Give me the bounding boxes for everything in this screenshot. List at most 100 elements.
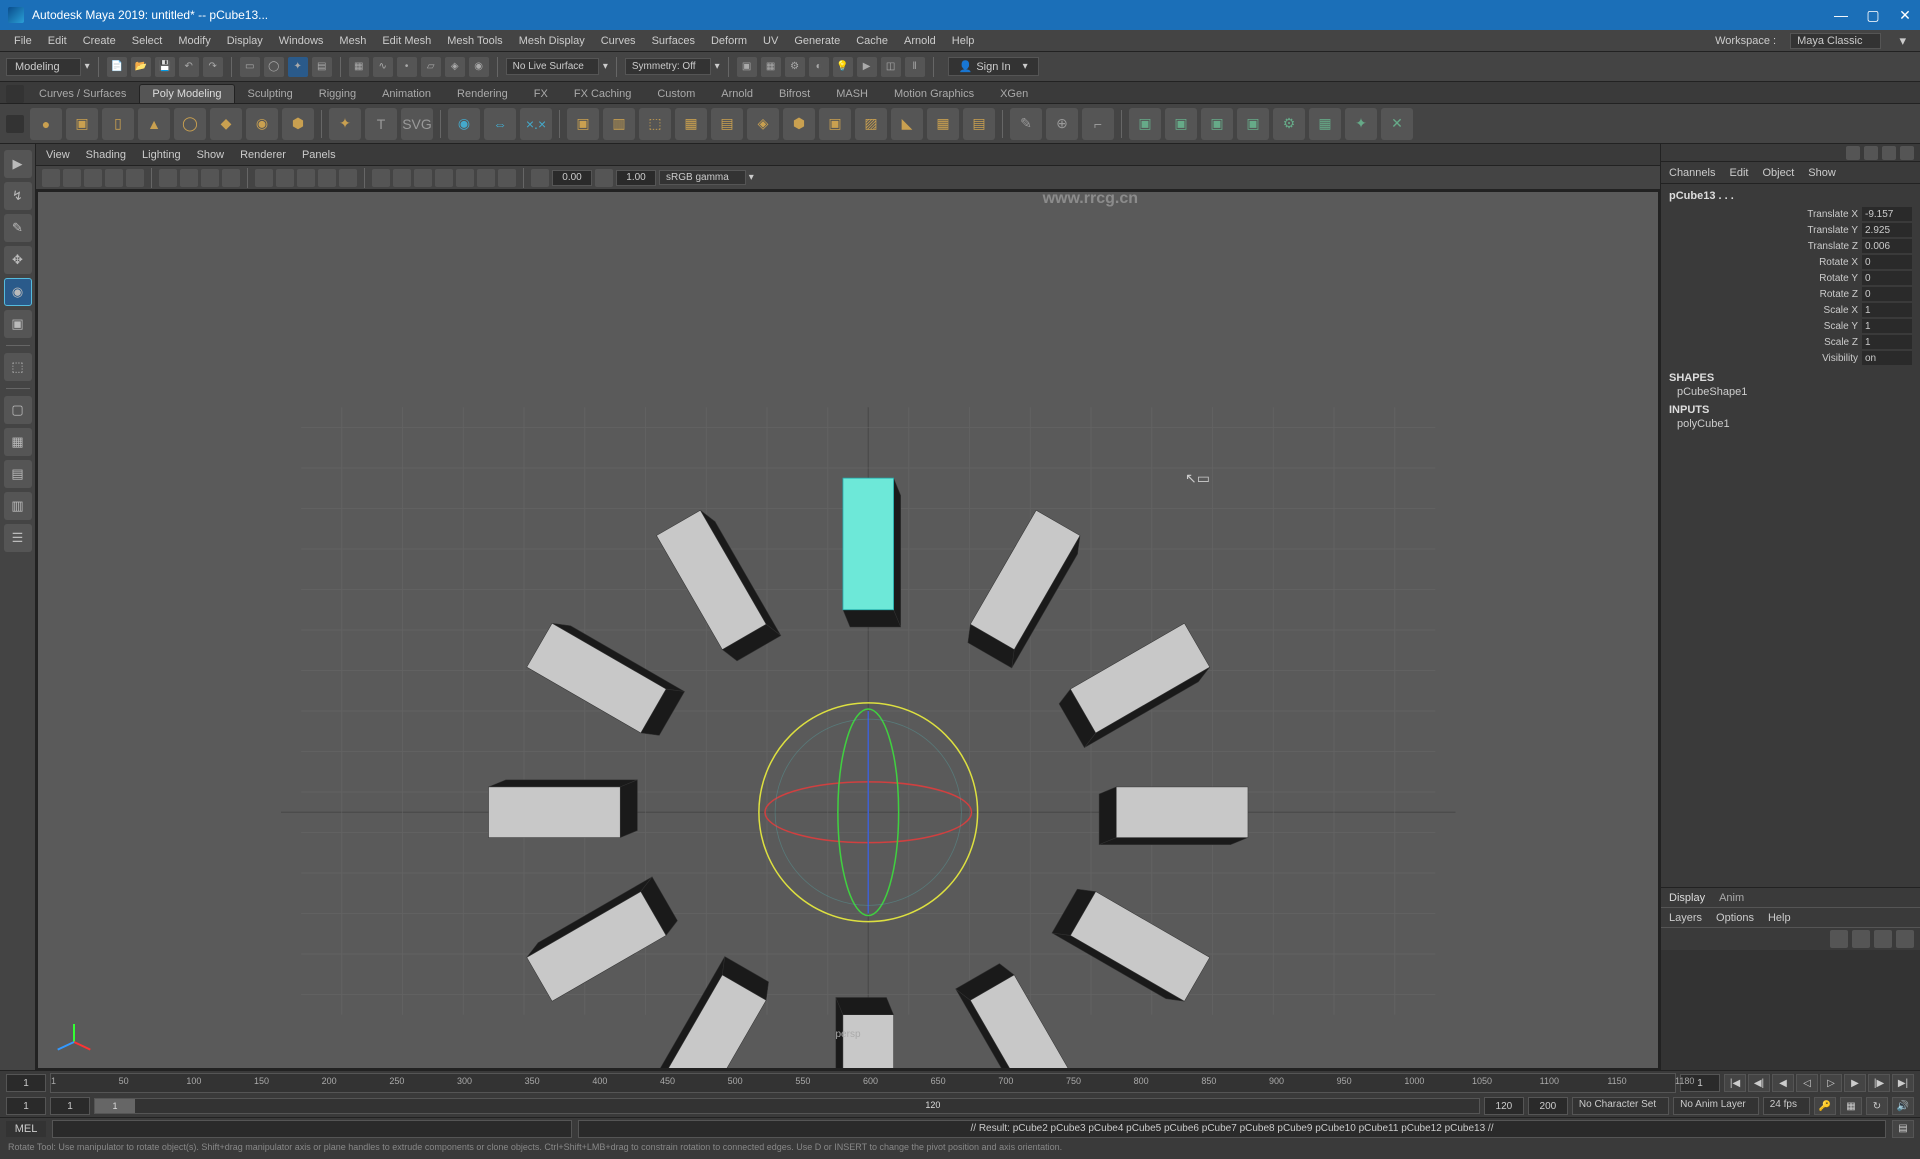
autokey-button[interactable]: 🔑	[1814, 1097, 1836, 1115]
snap-plane-icon[interactable]: ▱	[421, 57, 441, 77]
menu-generate[interactable]: Generate	[786, 35, 848, 47]
triangulate-icon[interactable]: ◣	[891, 108, 923, 140]
view-menu-view[interactable]: View	[46, 149, 70, 161]
connect-icon[interactable]: ⌐	[1082, 108, 1114, 140]
shelf-tab-fxcaching[interactable]: FX Caching	[561, 84, 644, 103]
rotate-tool[interactable]: ◉	[4, 278, 32, 306]
smooth-icon[interactable]: ◈	[747, 108, 779, 140]
attr-value[interactable]	[1862, 319, 1912, 333]
menu-editmesh[interactable]: Edit Mesh	[374, 35, 439, 47]
sculpt5-icon[interactable]: ⚙	[1273, 108, 1305, 140]
fps-select[interactable]: 24 fps	[1763, 1097, 1810, 1115]
range-out-field[interactable]	[1484, 1097, 1524, 1115]
menu-deform[interactable]: Deform	[703, 35, 755, 47]
layout-outliner[interactable]: ▤	[4, 460, 32, 488]
layer-up-icon[interactable]	[1852, 930, 1870, 948]
snap-curve-icon[interactable]: ∿	[373, 57, 393, 77]
cb-tab-channels[interactable]: Channels	[1669, 167, 1715, 179]
select-tool[interactable]: ▶	[4, 150, 32, 178]
layout-single[interactable]: ▢	[4, 396, 32, 424]
vt-grid-icon[interactable]	[159, 169, 177, 187]
ipr-icon[interactable]: ▣	[737, 57, 757, 77]
multicut-icon[interactable]: ✎	[1010, 108, 1042, 140]
layer-menu-layers[interactable]: Layers	[1669, 912, 1702, 924]
layout-list[interactable]: ☰	[4, 524, 32, 552]
vt-gamma-icon[interactable]	[595, 169, 613, 187]
layer-new-icon[interactable]	[1896, 930, 1914, 948]
vt-dof-icon[interactable]	[498, 169, 516, 187]
view-menu-shading[interactable]: Shading	[86, 149, 126, 161]
vt-grease-icon[interactable]	[126, 169, 144, 187]
menu-modify[interactable]: Modify	[170, 35, 218, 47]
step-fwd-button[interactable]: ▶	[1844, 1074, 1866, 1092]
platonic-icon[interactable]: ⬢	[282, 108, 314, 140]
character-select[interactable]: No Character Set	[1572, 1097, 1669, 1115]
menu-select[interactable]: Select	[124, 35, 171, 47]
menu-curves[interactable]: Curves	[593, 35, 644, 47]
sculpt1-icon[interactable]: ▣	[1129, 108, 1161, 140]
shelf-tab-sculpting[interactable]: Sculpting	[235, 84, 306, 103]
play-fwd-button[interactable]: ▷	[1820, 1074, 1842, 1092]
layer-add-icon[interactable]	[1830, 930, 1848, 948]
paint-select-icon[interactable]: ✦	[288, 57, 308, 77]
poly-cube-icon[interactable]: ▣	[66, 108, 98, 140]
fill-hole-icon[interactable]: ▨	[855, 108, 887, 140]
shelf-tab-bifrost[interactable]: Bifrost	[766, 84, 823, 103]
vt-gate-icon[interactable]	[201, 169, 219, 187]
vt-2dpan-icon[interactable]	[105, 169, 123, 187]
menu-meshdisplay[interactable]: Mesh Display	[511, 35, 593, 47]
snap-point-icon[interactable]: •	[397, 57, 417, 77]
undo-icon[interactable]: ↶	[179, 57, 199, 77]
vt-bookmark-icon[interactable]	[63, 169, 81, 187]
poly-cone-icon[interactable]: ▲	[138, 108, 170, 140]
play-back-button[interactable]: ◁	[1796, 1074, 1818, 1092]
view-menu-renderer[interactable]: Renderer	[240, 149, 286, 161]
shelf-tab-xgen[interactable]: XGen	[987, 84, 1041, 103]
cleanup-icon[interactable]: ▤	[963, 108, 995, 140]
close-button[interactable]: ✕	[1898, 8, 1912, 22]
shelf-tab-rendering[interactable]: Rendering	[444, 84, 521, 103]
cb-tab-edit[interactable]: Edit	[1729, 167, 1748, 179]
menu-mesh[interactable]: Mesh	[331, 35, 374, 47]
bevel-icon[interactable]: ▤	[711, 108, 743, 140]
cb-icon4[interactable]	[1900, 146, 1914, 160]
shelf-tab-motiongraphics[interactable]: Motion Graphics	[881, 84, 987, 103]
input-node[interactable]: polyCube1	[1669, 418, 1912, 430]
workspace-select[interactable]: Maya Classic	[1790, 33, 1881, 49]
shelf-tab-polymodeling[interactable]: Poly Modeling	[139, 84, 234, 103]
poly-disc-icon[interactable]: ◉	[246, 108, 278, 140]
vt-wire-icon[interactable]	[255, 169, 273, 187]
vt-motion-icon[interactable]	[456, 169, 474, 187]
selected-object-name[interactable]: pCube13 . . .	[1669, 190, 1912, 202]
menu-set-select[interactable]: Modeling	[6, 58, 81, 76]
reduce-icon[interactable]: ▣	[819, 108, 851, 140]
menu-arnold[interactable]: Arnold	[896, 35, 944, 47]
poly-torus-icon[interactable]: ◯	[174, 108, 206, 140]
scale-tool[interactable]: ▣	[4, 310, 32, 338]
soft-select-icon[interactable]: ◉	[448, 108, 480, 140]
menu-file[interactable]: File	[6, 35, 40, 47]
vt-exposure-icon[interactable]	[531, 169, 549, 187]
cb-icon2[interactable]	[1864, 146, 1878, 160]
cmd-lang-label[interactable]: MEL	[6, 1121, 46, 1137]
shape-node[interactable]: pCubeShape1	[1669, 386, 1912, 398]
attr-value[interactable]	[1862, 239, 1912, 253]
step-back-key-button[interactable]: ◀|	[1748, 1074, 1770, 1092]
vt-imageplane-icon[interactable]	[84, 169, 102, 187]
last-tool[interactable]: ⬚	[4, 353, 32, 381]
separate-icon[interactable]: ▥	[603, 108, 635, 140]
shelf-tab-arnold[interactable]: Arnold	[708, 84, 766, 103]
svg-icon[interactable]: SVG	[401, 108, 433, 140]
snap-view-icon[interactable]: ◉	[469, 57, 489, 77]
live-surface-select[interactable]: No Live Surface	[506, 58, 599, 75]
vt-camera-icon[interactable]	[42, 169, 60, 187]
poly-plane-icon[interactable]: ◆	[210, 108, 242, 140]
layer-list[interactable]	[1661, 950, 1920, 1070]
time-current-field[interactable]	[6, 1074, 46, 1092]
vt-res-icon[interactable]	[222, 169, 240, 187]
symmetry-select[interactable]: Symmetry: Off	[625, 58, 711, 75]
attr-value[interactable]	[1862, 271, 1912, 285]
range-in-field[interactable]	[50, 1097, 90, 1115]
sculpt3-icon[interactable]: ▣	[1201, 108, 1233, 140]
animlayer-select[interactable]: No Anim Layer	[1673, 1097, 1759, 1115]
